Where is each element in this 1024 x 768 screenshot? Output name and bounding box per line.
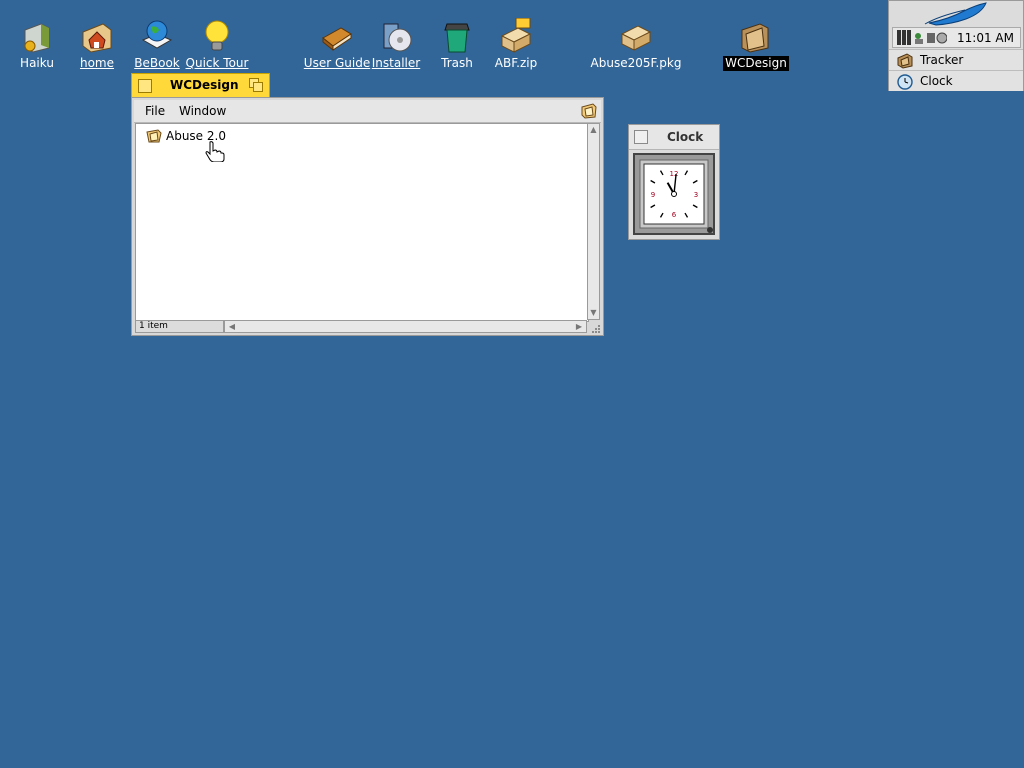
clock-numeral-3: 3: [694, 191, 698, 199]
menu-bar: File Window: [134, 100, 601, 123]
clock-app-icon: [897, 74, 913, 90]
tracker-navigation-icon[interactable]: [581, 103, 597, 119]
deskbar-app-tracker[interactable]: Tracker: [889, 49, 1023, 70]
desktop-icon-label: home: [79, 56, 115, 70]
trash-icon: [439, 18, 475, 54]
clock-numeral-12: 12: [670, 170, 679, 178]
tracker-icon: [897, 53, 913, 69]
deskbar-app-label: Tracker: [920, 53, 964, 67]
scroll-left-arrow-icon[interactable]: ◀: [226, 321, 238, 332]
deskbar-clock[interactable]: 11:01 AM: [957, 31, 1014, 45]
window-title: Clock: [667, 130, 704, 144]
desktop-icon-wcdesign[interactable]: WCDesign: [716, 18, 796, 71]
clock-window: Clock 12 3 6 9: [628, 124, 720, 240]
lightbulb-icon: [199, 18, 235, 54]
close-button[interactable]: [634, 130, 648, 144]
scroll-right-arrow-icon[interactable]: ▶: [573, 321, 585, 332]
installer-cd-icon: [378, 18, 414, 54]
menu-file[interactable]: File: [145, 104, 165, 118]
window-title: WCDesign: [170, 78, 239, 92]
clock-numeral-9: 9: [651, 191, 655, 199]
desktop-icon-quick-tour[interactable]: Quick Tour: [177, 18, 257, 71]
desktop-icon-label: Haiku: [20, 56, 54, 70]
hand-cursor-icon: [205, 140, 227, 163]
package-icon: [618, 18, 654, 54]
system-tray: 11:01 AM: [892, 27, 1021, 48]
tracker-window: File Window Abuse 2.0 ▲ ▼ 1 item ◀ ▶: [131, 97, 604, 336]
analog-clock: 12 3 6 9: [633, 153, 715, 235]
horizontal-scrollbar[interactable]: ◀ ▶: [224, 320, 587, 333]
scroll-down-arrow-icon[interactable]: ▼: [589, 308, 598, 318]
deskbar-app-clock[interactable]: Clock: [889, 70, 1023, 91]
app-folder-icon: [146, 129, 162, 143]
scroll-up-arrow-icon[interactable]: ▲: [589, 125, 598, 135]
desktop-icon-label: WCDesign: [723, 56, 789, 71]
disk-volume-icon: [19, 18, 55, 54]
home-folder-icon: [79, 18, 115, 54]
clock-numeral-6: 6: [672, 211, 677, 219]
menu-window[interactable]: Window: [179, 104, 226, 118]
deskbar: 11:01 AM Tracker Clock: [888, 0, 1024, 91]
leaf-menu-button[interactable]: [889, 1, 1023, 27]
folder-icon: [738, 18, 774, 54]
haiku-leaf-icon: [924, 2, 987, 26]
desktop-icon-label: Installer: [371, 56, 421, 70]
desktop-icon-abf-zip[interactable]: ABF.zip: [476, 17, 556, 71]
status-bar: 1 item: [135, 320, 224, 333]
deskbar-app-label: Clock: [920, 74, 953, 88]
desktop-icon-label: Quick Tour: [185, 56, 249, 70]
desktop-icon-abuse205f-pkg[interactable]: Abuse205F.pkg: [586, 18, 686, 71]
clock-window-tab[interactable]: Clock: [629, 125, 719, 150]
close-button[interactable]: [138, 79, 152, 93]
file-list[interactable]: Abuse 2.0: [135, 123, 589, 322]
workspace-switcher-icon[interactable]: [897, 30, 948, 49]
desktop-icon-label: BeBook: [134, 56, 180, 70]
vertical-scrollbar[interactable]: ▲ ▼: [587, 123, 600, 320]
window-tab[interactable]: WCDesign: [131, 73, 270, 97]
resize-handle-icon[interactable]: [589, 320, 601, 333]
book-icon: [319, 18, 355, 54]
zip-package-icon: [498, 17, 534, 54]
desktop-icon-label: ABF.zip: [494, 56, 538, 70]
zoom-button[interactable]: [249, 78, 263, 92]
desktop-icon-label: Trash: [441, 56, 473, 70]
globe-book-icon: [139, 18, 175, 54]
desktop-icon-label: Abuse205F.pkg: [590, 56, 682, 70]
